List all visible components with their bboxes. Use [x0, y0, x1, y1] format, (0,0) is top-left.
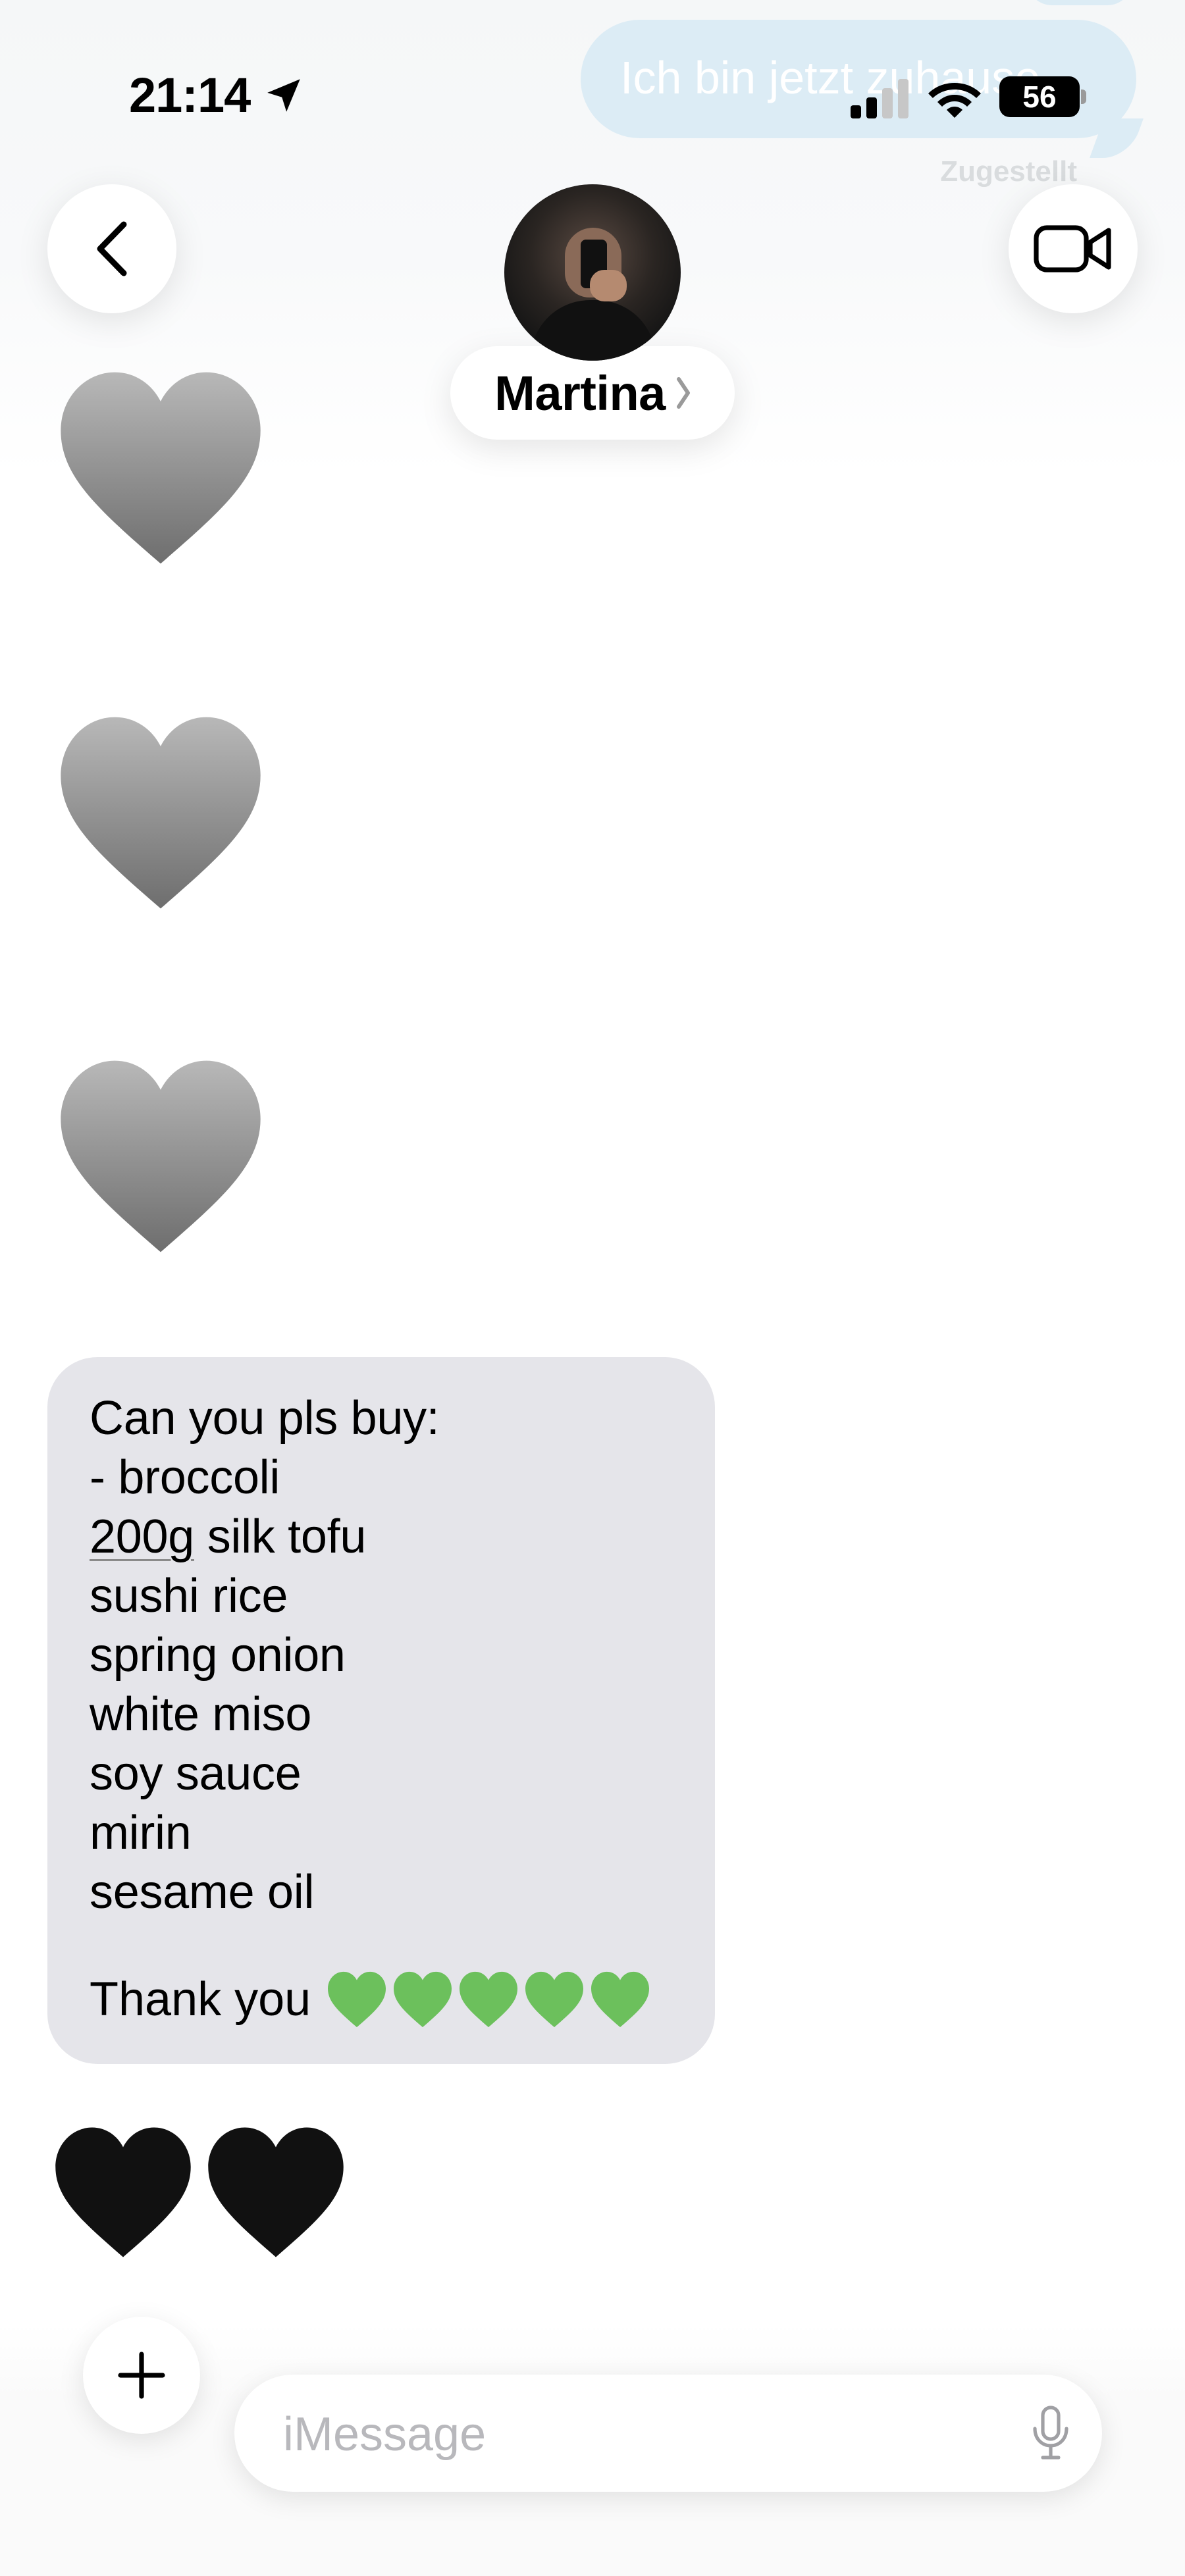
contact-avatar[interactable] [504, 184, 681, 361]
message-line: - broccoli [90, 1451, 280, 1504]
status-bar: 21:14 56 [0, 0, 1185, 122]
incoming-message-bubble[interactable]: Can you pls buy: - broccoli 200g silk to… [47, 1357, 715, 2064]
apps-plus-button[interactable] [83, 2317, 200, 2434]
measurement-link[interactable]: 200g [90, 1510, 194, 1563]
green-heart-icon [394, 1971, 452, 2028]
message-line: 200g silk tofu [90, 1507, 440, 1566]
grey-heart-icon[interactable] [57, 366, 265, 570]
message-input[interactable]: iMessage [234, 2375, 1102, 2492]
message-line: spring onion [90, 1629, 346, 1682]
message-line: mirin [90, 1807, 192, 1859]
green-heart-icon [328, 1971, 386, 2028]
message-text: Can you pls buy: - broccoli 200g silk to… [90, 1389, 440, 1922]
thanks-line: Thank you [90, 1971, 656, 2028]
status-time: 21:14 [129, 68, 251, 122]
chevron-right-icon [676, 377, 690, 409]
cellular-signal-icon [851, 79, 908, 118]
plus-icon [118, 2352, 165, 2399]
message-line: soy sauce [90, 1747, 302, 1800]
message-line: white miso [90, 1688, 312, 1741]
chevron-left-icon [97, 221, 127, 276]
video-camera-icon [1034, 225, 1111, 272]
black-heart-icon[interactable] [53, 2125, 194, 2260]
message-line: sushi rice [90, 1570, 288, 1622]
green-heart-icon [591, 1971, 650, 2028]
message-line: Can you pls buy: [90, 1392, 440, 1445]
delivery-status: Zugestellt [940, 155, 1077, 188]
microphone-icon[interactable] [1031, 2405, 1070, 2460]
green-heart-icon [460, 1971, 518, 2028]
location-arrow-icon [267, 79, 300, 112]
green-hearts [327, 1971, 656, 2028]
grey-heart-icon[interactable] [57, 1054, 265, 1258]
battery-indicator: 56 [999, 76, 1080, 117]
thanks-text: Thank you [90, 1973, 311, 2026]
wifi-icon [928, 83, 981, 118]
green-heart-icon [525, 1971, 584, 2028]
message-line: sesame oil [90, 1866, 315, 1919]
avatar-body [531, 300, 656, 361]
facetime-video-button[interactable] [1009, 184, 1138, 313]
message-input-placeholder: iMessage [283, 2408, 487, 2461]
message-line-rest: silk tofu [194, 1510, 367, 1563]
back-button[interactable] [47, 184, 176, 313]
grey-heart-icon[interactable] [57, 711, 265, 915]
contact-name: Martina [494, 365, 666, 421]
avatar-hand [590, 270, 627, 301]
black-heart-icon[interactable] [205, 2125, 346, 2260]
battery-cap [1081, 90, 1086, 104]
